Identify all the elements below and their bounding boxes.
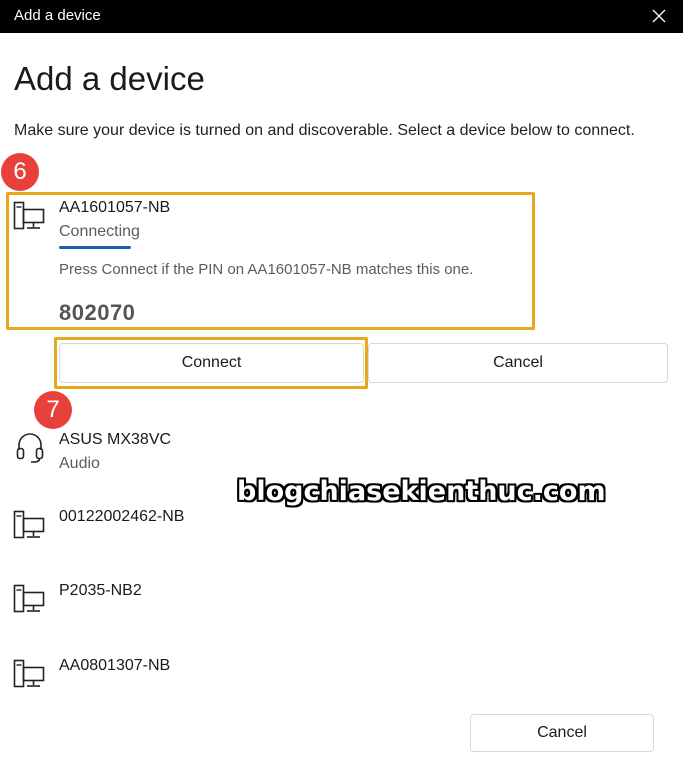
window-title: Add a device bbox=[14, 7, 101, 24]
instructions-text: Make sure your device is turned on and d… bbox=[14, 122, 635, 139]
close-button[interactable] bbox=[645, 2, 673, 30]
device-list-item[interactable]: AA0801307-NB bbox=[13, 657, 413, 697]
device-type: Audio bbox=[59, 455, 100, 472]
computer-icon bbox=[13, 510, 45, 539]
computer-icon bbox=[13, 659, 45, 688]
device-list-item[interactable]: 00122002462-NB bbox=[13, 508, 413, 548]
cancel-pairing-button[interactable]: Cancel bbox=[368, 343, 668, 383]
device-list-item[interactable]: ASUS MX38VC Audio bbox=[13, 431, 413, 481]
device-list-item[interactable]: P2035-NB2 bbox=[13, 582, 413, 622]
device-name: P2035-NB2 bbox=[59, 582, 142, 599]
page-title: Add a device bbox=[14, 60, 205, 97]
device-name: AA0801307-NB bbox=[59, 657, 171, 674]
step-6-badge: 6 bbox=[1, 153, 39, 191]
watermark: blogchiasekienthuc.com bbox=[237, 476, 606, 507]
device-name: 00122002462-NB bbox=[59, 508, 185, 525]
step-7-badge: 7 bbox=[34, 391, 72, 429]
cancel-button[interactable]: Cancel bbox=[470, 714, 654, 752]
device-highlight-frame bbox=[6, 192, 535, 330]
close-icon bbox=[652, 9, 666, 23]
headset-icon bbox=[16, 433, 44, 463]
title-bar: Add a device bbox=[0, 0, 683, 33]
device-name: ASUS MX38VC bbox=[59, 431, 172, 448]
computer-icon bbox=[13, 584, 45, 613]
connect-highlight-frame bbox=[54, 337, 368, 389]
